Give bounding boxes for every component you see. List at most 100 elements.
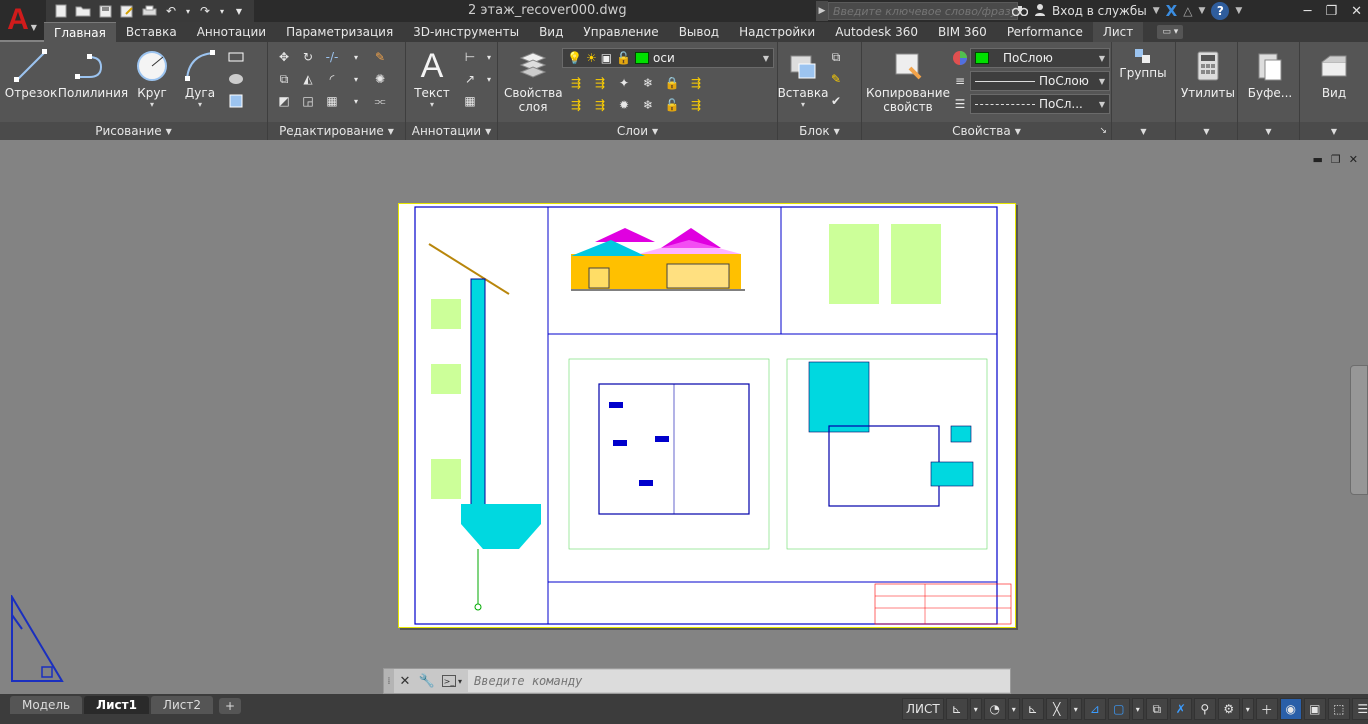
tab-layout2[interactable]: Лист2 [150,696,213,714]
chevron-down-icon[interactable]: ▾ [346,92,366,110]
array-icon[interactable]: ▦ [322,92,342,110]
open-folder-icon[interactable] [74,3,92,19]
space-toggle[interactable]: ЛИСТ [902,698,944,720]
panel-properties-title[interactable]: Свойства ▼ ↘ [862,122,1111,140]
panel-utilities-title[interactable]: ▼ [1176,122,1237,140]
hardware-acceleration-icon[interactable]: ▣ [1303,698,1326,720]
restore-icon[interactable]: ❐ [1325,4,1337,19]
layer-dropdown[interactable]: 💡 ☀ ▣ 🔓 оси ▼ [562,48,774,68]
layer-properties-button[interactable]: Свойства слоя [502,46,564,114]
layer-lock-icon[interactable]: 🔒 [662,74,682,92]
linetype-dropdown[interactable]: ПоСлою ▼ [970,71,1110,91]
explode-icon[interactable]: ✺ [370,70,390,88]
fillet-icon[interactable]: ◜ [322,70,342,88]
search-input[interactable] [828,2,1018,20]
annotation-scale-icon[interactable]: ✗ [1169,698,1192,720]
close-icon[interactable]: ✕ [394,669,416,693]
tab-annotate[interactable]: Аннотации [187,22,276,42]
line-tool-button[interactable]: Отрезок [5,46,57,100]
tab-parametric[interactable]: Параметризация [276,22,403,42]
dialog-launcher-icon[interactable]: ↘ [1099,126,1107,136]
layer-walk-icon[interactable]: ⇶ [686,74,706,92]
command-prompt-icon[interactable]: >_ [442,675,456,687]
undo-dropdown-icon[interactable]: ▾ [184,3,192,19]
wrench-icon[interactable]: 🔧 [416,669,438,693]
layer-match-icon[interactable]: ⇶ [566,74,586,92]
help-button[interactable]: ? [1211,2,1230,20]
tab-insert[interactable]: Вставка [116,22,187,42]
plus-icon[interactable]: ＋ [1255,698,1278,720]
layer-merge-icon[interactable]: ⇶ [686,96,706,114]
close-icon[interactable]: ✕ [1349,153,1358,166]
clean-screen-icon[interactable]: ⬚ [1327,698,1350,720]
panel-clipboard-title[interactable]: ▼ [1238,122,1299,140]
tab-layout1[interactable]: Лист1 [84,696,149,714]
layer-unlock-icon[interactable]: 🔓 [662,96,682,114]
chevron-down-icon[interactable]: ▾ [969,698,982,720]
object-snap-icon[interactable]: ╳ [1045,698,1068,720]
command-input[interactable] [468,670,1010,692]
chevron-down-icon[interactable]: ▾ [1131,698,1144,720]
chevron-down-icon[interactable]: ▼ [1198,6,1205,16]
print-icon[interactable] [140,3,158,19]
tab-manage[interactable]: Управление [573,22,668,42]
tab-home[interactable]: Главная [44,22,116,42]
layer-previous-icon[interactable]: ⇶ [590,74,610,92]
groups-button[interactable]: Группы [1118,46,1168,80]
create-block-icon[interactable]: ⧉ [826,48,846,66]
close-icon[interactable]: ✕ [1351,4,1362,19]
user-icon[interactable] [1034,3,1046,20]
region-icon[interactable] [226,92,246,110]
panel-modify-title[interactable]: Редактирование ▼ [268,122,405,140]
panel-groups-title[interactable]: ▼ [1112,122,1175,140]
utilities-button[interactable]: Утилиты [1180,46,1236,100]
table-icon[interactable]: ▦ [460,92,480,110]
annotation-visibility-icon[interactable]: ⊿ [1083,698,1106,720]
isolate-objects-icon[interactable]: ◉ [1279,698,1302,720]
layer-freeze-icon[interactable]: ❄ [638,74,658,92]
tab-layout[interactable]: Лист [1092,22,1144,42]
stretch-icon[interactable]: ◩ [274,92,294,110]
tab-performance[interactable]: Performance [997,22,1093,42]
erase-icon[interactable]: ✎ [370,48,390,66]
chevron-down-icon[interactable]: ▾ [1069,698,1082,720]
chevron-down-icon[interactable]: ▼ [1153,6,1160,16]
customize-toolbar-icon[interactable]: ▼ [230,3,248,19]
application-menu-button[interactable]: A ▼ [0,0,44,40]
dimension-icon[interactable]: ⊢ [460,48,480,66]
move-icon[interactable]: ✥ [274,48,294,66]
tab-view[interactable]: Вид [529,22,573,42]
view-button[interactable]: Вид [1306,46,1362,100]
layer-unisolate-icon[interactable]: ⇶ [566,96,586,114]
viewport-scale-icon[interactable]: ⧉ [1145,698,1168,720]
isodraft-icon[interactable]: ⊾ [1021,698,1044,720]
minimize-icon[interactable]: ─ [1304,4,1312,19]
chevron-down-icon[interactable]: ▾ [1241,698,1254,720]
polar-tracking-icon[interactable]: ◔ [983,698,1006,720]
exchange-apps-icon[interactable]: X [1166,2,1178,20]
rectangle-icon[interactable] [226,48,246,66]
hatch-icon[interactable] [226,70,246,88]
panel-annotation-title[interactable]: Аннотации ▼ [406,122,497,140]
circle-tool-button[interactable]: Круг ▾ [130,46,174,109]
polyline-tool-button[interactable]: Полилиния [58,46,128,100]
redo-icon[interactable]: ↷ [196,3,214,19]
match-properties-button[interactable]: Копирование свойств [866,46,950,114]
panel-view-title[interactable]: ▼ [1300,122,1368,140]
edit-block-icon[interactable]: ✎ [826,70,846,88]
chevron-down-icon[interactable]: ▾ [1007,698,1020,720]
rotate-icon[interactable]: ↻ [298,48,318,66]
redo-dropdown-icon[interactable]: ▾ [218,3,226,19]
navigation-bar[interactable] [1350,365,1368,495]
panel-block-title[interactable]: Блок ▼ [778,122,861,140]
chevron-down-icon[interactable]: ▾ [346,48,366,66]
chevron-down-icon[interactable]: ▾ [484,70,494,88]
gear-icon[interactable]: ⚙ [1217,698,1240,720]
scale-icon[interactable]: ◲ [298,92,318,110]
a360-icon[interactable]: △ [1183,4,1192,18]
panel-layers-title[interactable]: Слои ▼ [498,122,777,140]
panel-draw-title[interactable]: Рисование ▼ [0,122,267,140]
drag-handle-icon[interactable]: ⁞ [384,669,394,693]
new-file-icon[interactable] [52,3,70,19]
chevron-down-icon[interactable]: ▼ [1235,6,1242,16]
